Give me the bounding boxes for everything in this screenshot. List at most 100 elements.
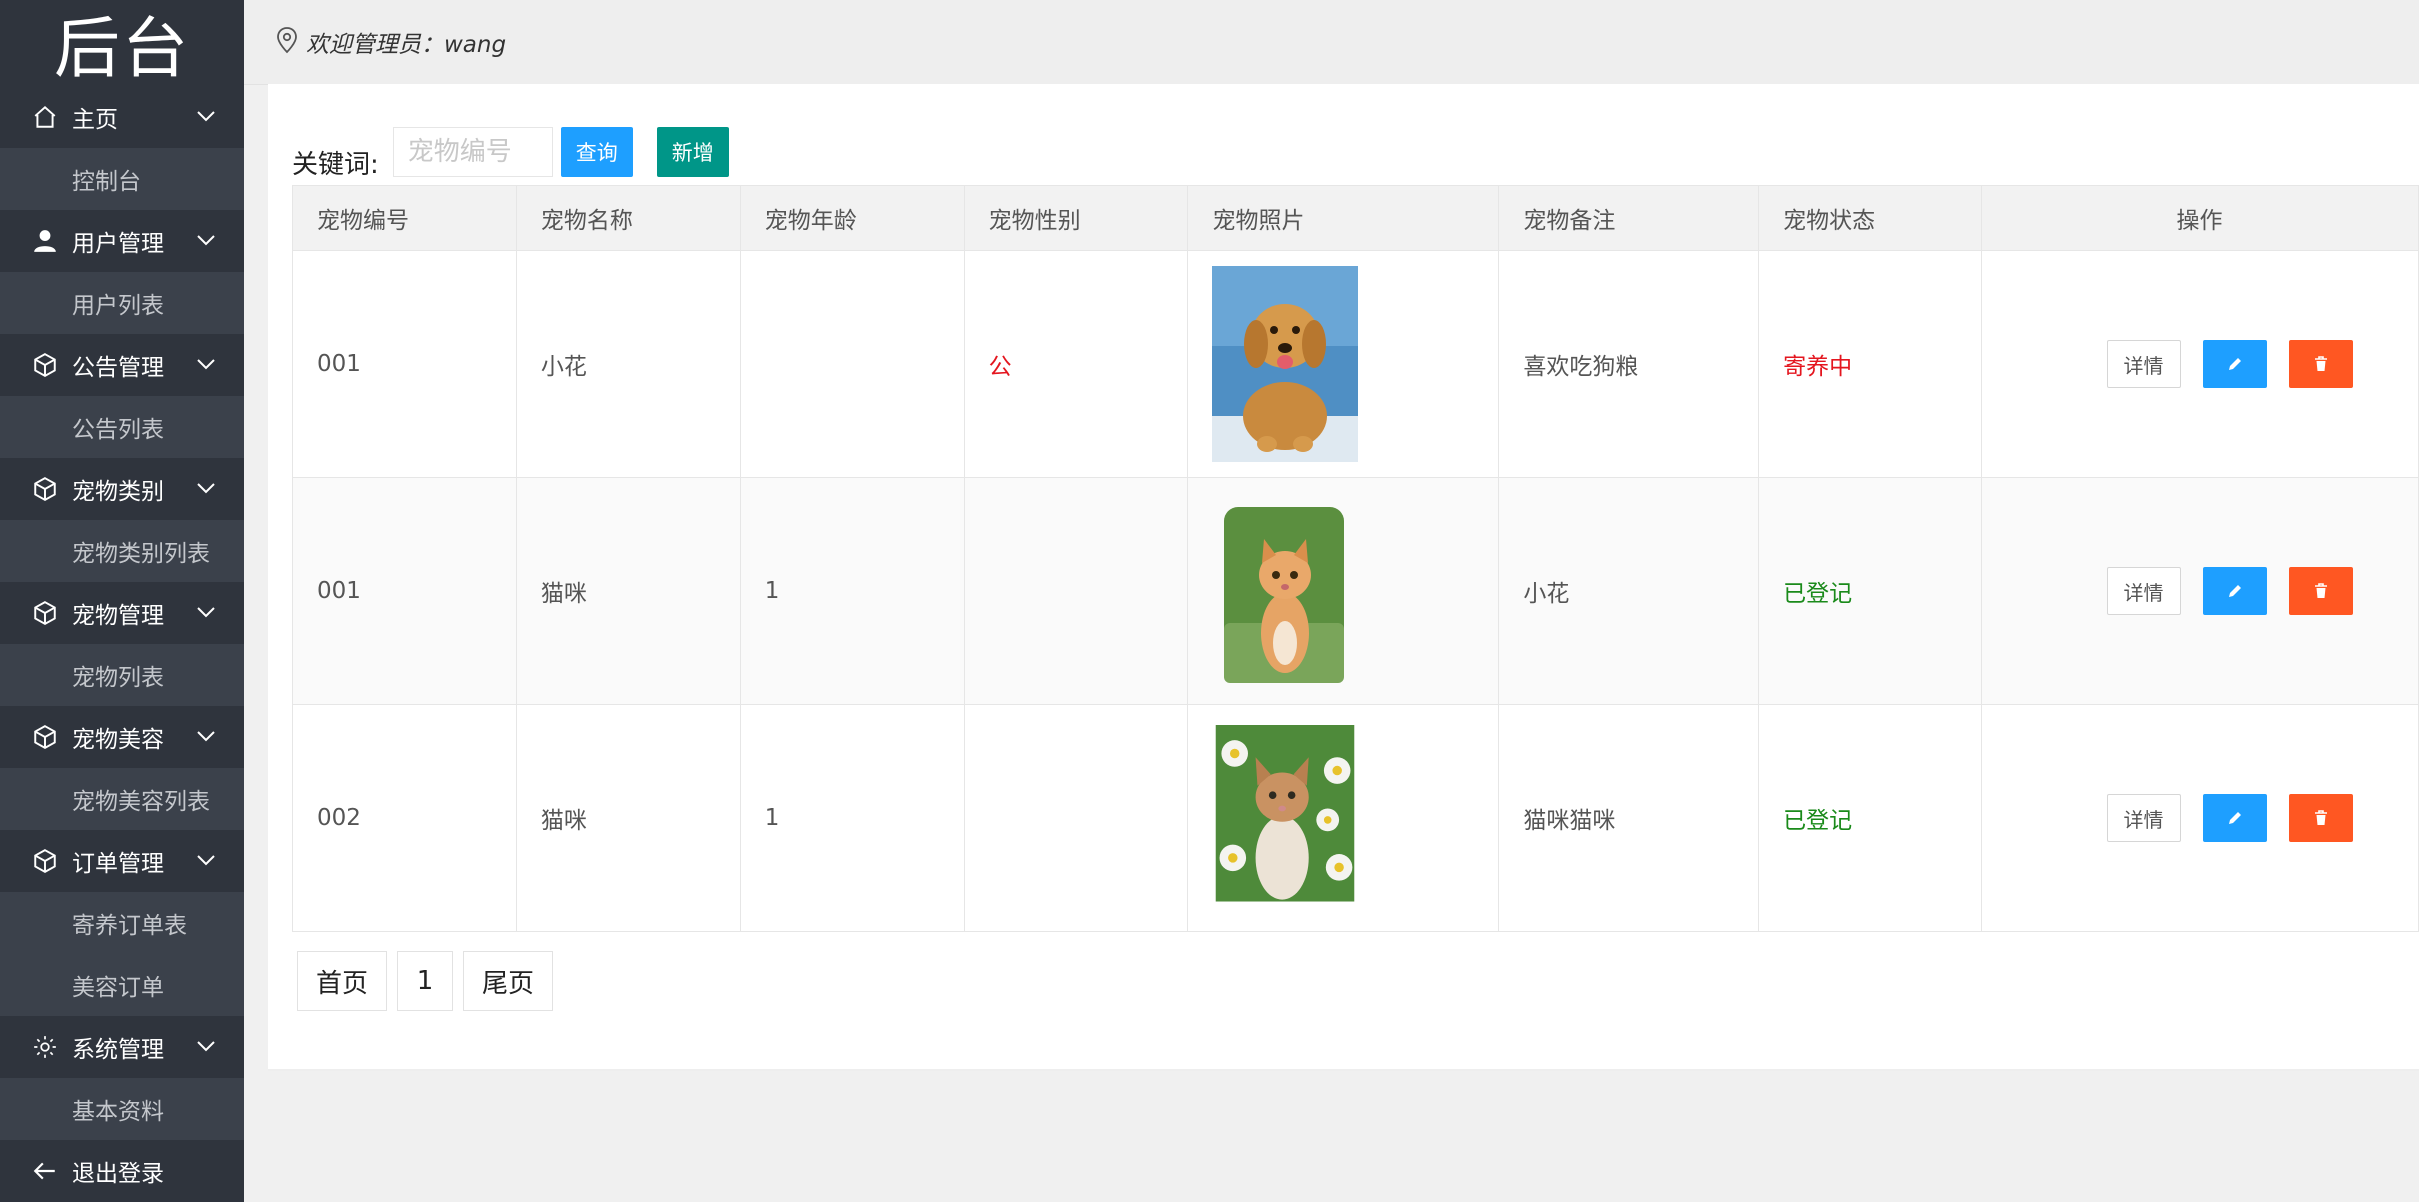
chevron-down-icon [196, 852, 216, 871]
cell-pet-status: 寄养中 [1758, 250, 1983, 478]
cell-pet-id: 001 [292, 477, 517, 705]
column-header: 宠物性别 [963, 185, 1189, 251]
cell-pet-id: 002 [292, 704, 517, 932]
keyword-label: 关键词: [292, 149, 379, 180]
cell-pet-name: 猫咪 [515, 704, 741, 932]
nav-group-pet-management[interactable]: 宠物管理 [0, 582, 244, 644]
cell-pet-status: 已登记 [1758, 704, 1983, 932]
edit-button[interactable] [2202, 340, 2267, 388]
nav-group-label: 订单管理 [72, 851, 164, 877]
nav-group-orders[interactable]: 订单管理 [0, 830, 244, 892]
column-header: 操作 [1981, 185, 2419, 251]
pet-table: 宠物编号 宠物名称 宠物年龄 宠物性别 宠物照片 宠物备注 宠物状态 操作 00… [292, 185, 2419, 932]
sidebar-item-pet-category-list[interactable]: 宠物类别列表 [0, 520, 244, 582]
query-button[interactable]: 查询 [560, 127, 633, 177]
cell-pet-gender [963, 477, 1189, 705]
nav-group-home[interactable]: 主页 [0, 86, 244, 148]
table-row: 001 小花 公 喜欢吃狗粮 寄养中 详情 [292, 250, 2419, 478]
logout-button[interactable]: 退出登录 [0, 1140, 244, 1202]
cell-pet-photo [1187, 477, 1500, 705]
location-pin-icon [276, 26, 298, 58]
nav-group-system[interactable]: 系统管理 [0, 1016, 244, 1078]
chevron-down-icon [196, 232, 216, 251]
nav-group-label: 主页 [72, 107, 118, 133]
nav-group-label: 用户管理 [72, 231, 164, 257]
table-row: 002 猫咪 1 猫咪猫咪 已登记 详情 [292, 704, 2419, 932]
column-header: 宠物状态 [1758, 185, 1983, 251]
sidebar-item-dashboard[interactable]: 控制台 [0, 148, 244, 210]
cell-pet-age: 1 [739, 477, 965, 705]
table-header-row: 宠物编号 宠物名称 宠物年龄 宠物性别 宠物照片 宠物备注 宠物状态 操作 [292, 185, 2419, 251]
sidebar-item-pet-list[interactable]: 宠物列表 [0, 644, 244, 706]
detail-button[interactable]: 详情 [2106, 567, 2181, 615]
cell-actions: 详情 [1981, 477, 2419, 705]
nav-group-pet-category[interactable]: 宠物类别 [0, 458, 244, 520]
trash-icon [2314, 356, 2327, 371]
cube-icon [30, 722, 60, 752]
sidebar: 后台 主页 控制台 用户管理 用户列表 公告管理 公告列表 宠物类别 宠物类别列… [0, 0, 244, 1202]
detail-button[interactable]: 详情 [2106, 340, 2181, 388]
delete-button[interactable] [2288, 340, 2353, 388]
search-toolbar: 关键词: 查询 新增 [292, 126, 729, 180]
cell-pet-remark: 小花 [1498, 477, 1760, 705]
chevron-down-icon [196, 1038, 216, 1057]
nav-group-notices[interactable]: 公告管理 [0, 334, 244, 396]
pet-photo-puppy [1212, 266, 1359, 462]
sidebar-item-grooming-orders[interactable]: 美容订单 [0, 954, 244, 1016]
column-header: 宠物名称 [515, 185, 741, 251]
column-header: 宠物编号 [292, 185, 517, 251]
detail-button[interactable]: 详情 [2106, 794, 2181, 842]
main-content: 关键词: 查询 新增 宠物编号 宠物名称 宠物年龄 宠物性别 宠物照片 宠物备注… [244, 84, 2419, 1090]
cell-actions: 详情 [1981, 704, 2419, 932]
home-icon [30, 102, 60, 132]
chevron-down-icon [196, 108, 216, 127]
gear-icon [30, 1032, 60, 1062]
nav-group-users[interactable]: 用户管理 [0, 210, 244, 272]
content-card: 关键词: 查询 新增 宠物编号 宠物名称 宠物年龄 宠物性别 宠物照片 宠物备注… [268, 84, 2419, 1071]
cube-icon [30, 598, 60, 628]
sidebar-item-notice-list[interactable]: 公告列表 [0, 396, 244, 458]
nav-group-label: 宠物管理 [72, 603, 164, 629]
cell-pet-photo [1187, 704, 1500, 932]
cell-pet-remark: 猫咪猫咪 [1498, 704, 1760, 932]
cell-actions: 详情 [1981, 250, 2419, 478]
page-number-button[interactable]: 1 [397, 951, 454, 1011]
sidebar-item-profile[interactable]: 基本资料 [0, 1078, 244, 1140]
column-header: 宠物照片 [1187, 185, 1500, 251]
nav-group-label: 宠物美容 [72, 727, 164, 753]
cell-pet-age [739, 250, 965, 478]
pencil-icon [2228, 585, 2241, 597]
nav-group-pet-grooming[interactable]: 宠物美容 [0, 706, 244, 768]
sidebar-item-boarding-orders[interactable]: 寄养订单表 [0, 892, 244, 954]
add-button[interactable]: 新增 [656, 127, 729, 177]
edit-button[interactable] [2202, 794, 2267, 842]
last-page-button[interactable]: 尾页 [463, 951, 554, 1011]
cube-icon [30, 350, 60, 380]
chevron-down-icon [196, 604, 216, 623]
pencil-icon [2228, 358, 2241, 370]
column-header: 宠物备注 [1498, 185, 1760, 251]
cell-pet-age: 1 [739, 704, 965, 932]
first-page-button[interactable]: 首页 [297, 951, 388, 1011]
nav-group-label: 公告管理 [72, 355, 164, 381]
edit-button[interactable] [2202, 567, 2267, 615]
top-header: 欢迎管理员：wang [244, 0, 2419, 85]
pagination: 首页 1 尾页 [297, 951, 554, 1011]
logout-label: 退出登录 [72, 1161, 164, 1187]
delete-button[interactable] [2288, 794, 2353, 842]
column-header: 宠物年龄 [739, 185, 965, 251]
cell-pet-remark: 喜欢吃狗粮 [1498, 250, 1760, 478]
cell-pet-name: 猫咪 [515, 477, 741, 705]
cell-pet-gender [963, 704, 1189, 932]
cell-pet-gender: 公 [963, 250, 1189, 478]
pet-photo-kitten-daisies [1216, 725, 1355, 902]
sidebar-item-user-list[interactable]: 用户列表 [0, 272, 244, 334]
search-input[interactable] [392, 127, 553, 177]
sidebar-item-pet-grooming-list[interactable]: 宠物美容列表 [0, 768, 244, 830]
delete-button[interactable] [2288, 567, 2353, 615]
cell-pet-name: 小花 [515, 250, 741, 478]
nav-group-label: 系统管理 [72, 1037, 164, 1063]
cell-pet-photo [1187, 250, 1500, 478]
logo: 后台 [54, 10, 190, 87]
arrow-left-icon [30, 1156, 60, 1186]
